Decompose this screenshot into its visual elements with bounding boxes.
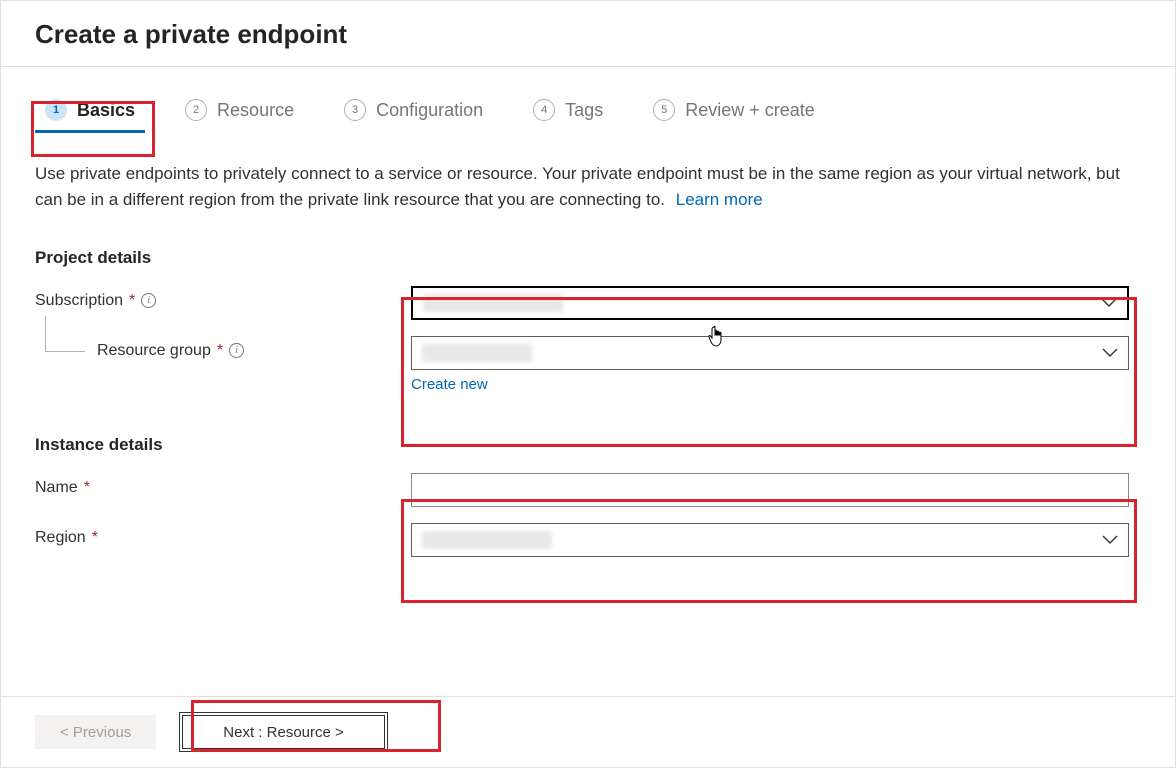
name-input[interactable] — [411, 473, 1129, 507]
learn-more-link[interactable]: Learn more — [676, 190, 763, 209]
name-label: Name * — [35, 473, 411, 497]
step-badge: 5 — [653, 99, 675, 121]
required-indicator: * — [129, 292, 135, 310]
subscription-value — [423, 294, 563, 312]
resource-group-dropdown[interactable] — [411, 336, 1129, 370]
info-icon[interactable]: i — [229, 343, 244, 358]
region-label: Region * — [35, 523, 411, 547]
required-indicator: * — [92, 529, 98, 547]
tab-label: Basics — [77, 100, 135, 121]
resource-group-label: Resource group * i — [35, 336, 411, 360]
tree-connector-icon — [45, 316, 85, 352]
step-badge: 1 — [45, 99, 67, 121]
chevron-down-icon — [1101, 298, 1117, 308]
step-badge: 2 — [185, 99, 207, 121]
intro-text: Use private endpoints to privately conne… — [31, 139, 1131, 214]
info-icon[interactable]: i — [141, 293, 156, 308]
required-indicator: * — [217, 342, 223, 360]
project-details-heading: Project details — [31, 248, 1145, 268]
step-badge: 4 — [533, 99, 555, 121]
chevron-down-icon — [1102, 348, 1118, 358]
tab-basics[interactable]: 1 Basics — [35, 93, 145, 131]
step-badge: 3 — [344, 99, 366, 121]
tab-resource[interactable]: 2 Resource — [175, 93, 304, 131]
tab-configuration[interactable]: 3 Configuration — [334, 93, 493, 131]
instance-details-heading: Instance details — [31, 435, 1145, 455]
wizard-footer: < Previous Next : Resource > — [1, 696, 1175, 767]
tab-label: Review + create — [685, 100, 815, 121]
create-new-link[interactable]: Create new — [411, 376, 488, 393]
subscription-dropdown[interactable] — [411, 286, 1129, 320]
resource-group-value — [422, 344, 532, 362]
tab-label: Tags — [565, 100, 603, 121]
required-indicator: * — [84, 479, 90, 497]
tab-tags[interactable]: 4 Tags — [523, 93, 613, 131]
next-button[interactable]: Next : Resource > — [182, 715, 384, 749]
tab-label: Configuration — [376, 100, 483, 121]
subscription-label: Subscription * i — [35, 286, 411, 310]
previous-button: < Previous — [35, 715, 156, 749]
chevron-down-icon — [1102, 535, 1118, 545]
tab-review-create[interactable]: 5 Review + create — [643, 93, 825, 131]
region-dropdown[interactable] — [411, 523, 1129, 557]
page-title: Create a private endpoint — [35, 19, 1141, 50]
tab-label: Resource — [217, 100, 294, 121]
wizard-tabstrip: 1 Basics 2 Resource 3 Configuration 4 Ta… — [31, 67, 1145, 139]
region-value — [422, 531, 552, 549]
